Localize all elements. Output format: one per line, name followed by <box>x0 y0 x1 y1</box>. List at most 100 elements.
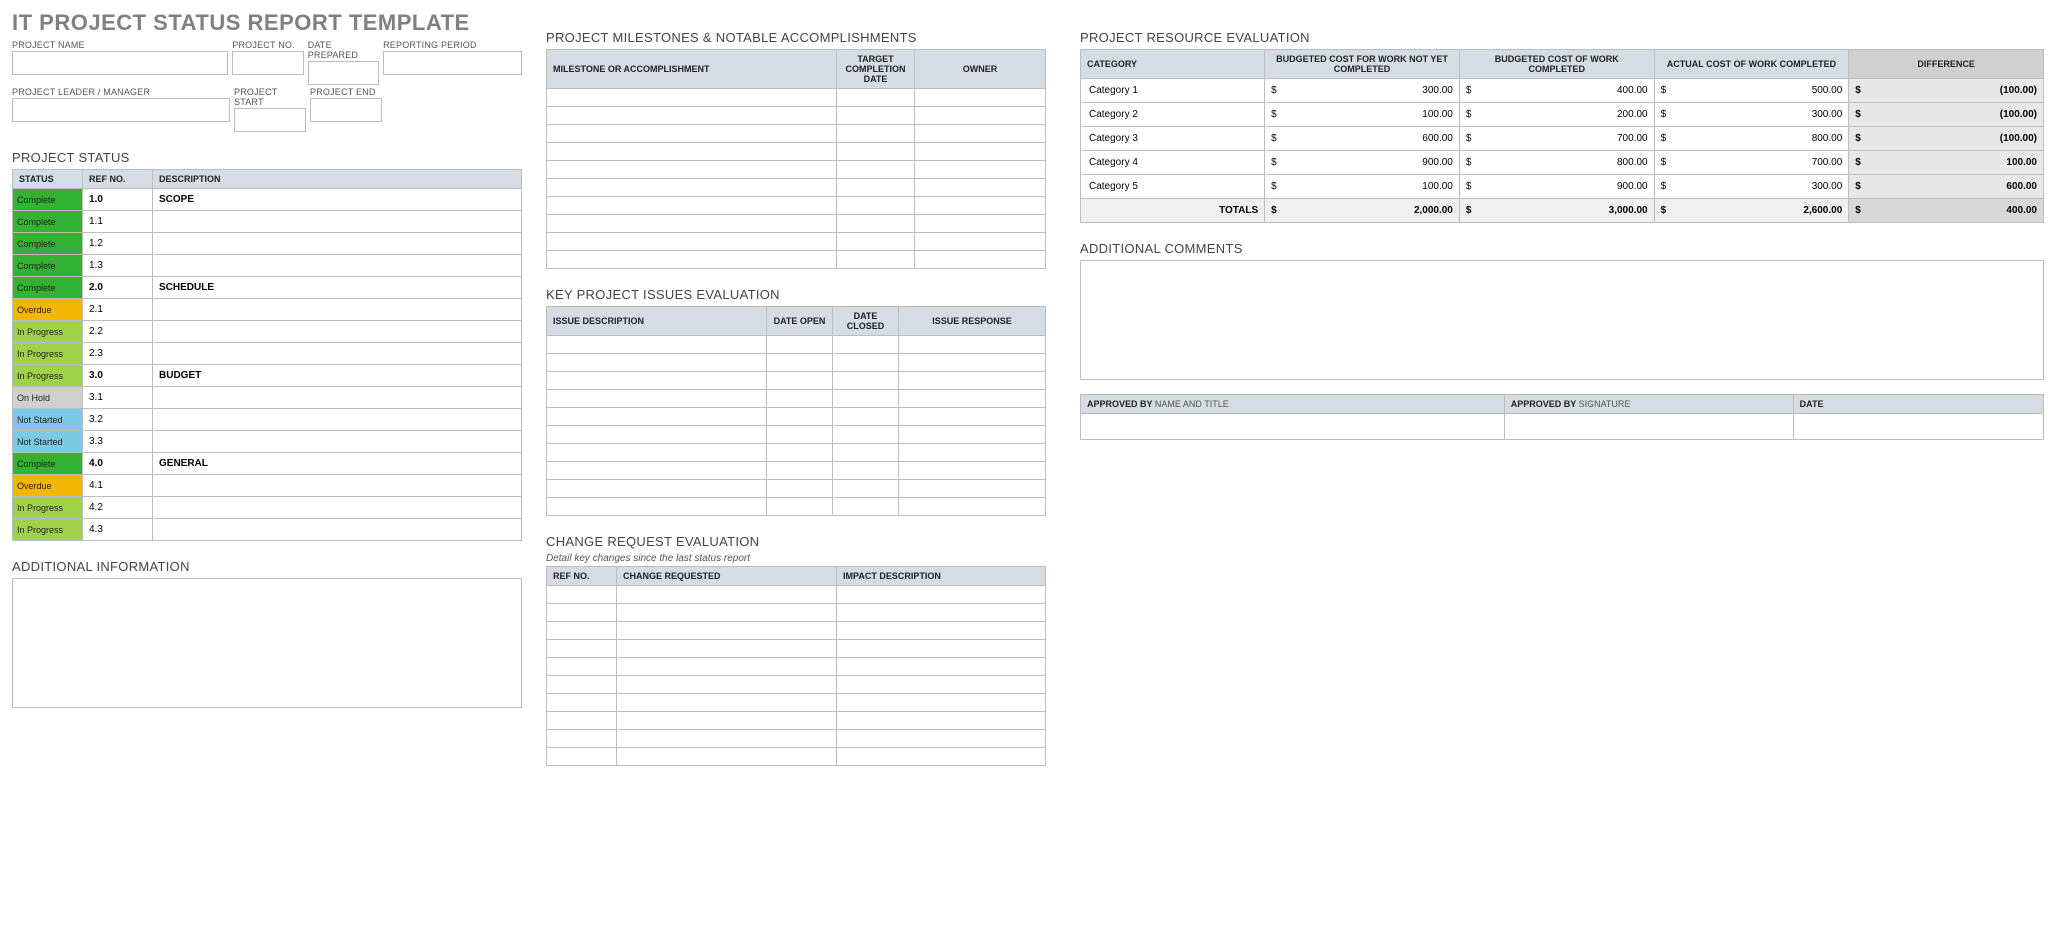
money-cell: $800.00 <box>1654 127 1849 151</box>
issues-table: ISSUE DESCRIPTION DATE OPEN DATE CLOSED … <box>546 306 1046 516</box>
status-cell[interactable]: Complete <box>13 255 83 277</box>
status-ref: 4.3 <box>83 519 153 541</box>
money-cell: $300.00 <box>1654 103 1849 127</box>
table-row[interactable] <box>547 712 1046 730</box>
table-row[interactable] <box>547 197 1046 215</box>
table-row[interactable] <box>547 179 1046 197</box>
milestones-header-milestone: MILESTONE OR ACCOMPLISHMENT <box>547 50 837 89</box>
table-row[interactable] <box>547 480 1046 498</box>
status-row: In Progress2.2 <box>13 321 522 343</box>
status-desc: GENERAL <box>153 453 522 475</box>
table-row[interactable] <box>547 161 1046 179</box>
table-row[interactable] <box>547 89 1046 107</box>
status-cell[interactable]: On Hold <box>13 387 83 409</box>
status-cell[interactable]: Not Started <box>13 431 83 453</box>
field-input[interactable] <box>232 51 303 75</box>
status-ref: 2.3 <box>83 343 153 365</box>
money-cell: $300.00 <box>1265 79 1460 103</box>
table-row[interactable] <box>547 748 1046 766</box>
money-cell: $400.00 <box>1459 79 1654 103</box>
table-row[interactable] <box>547 658 1046 676</box>
table-row[interactable] <box>547 354 1046 372</box>
header-field: DATE PREPARED <box>308 40 379 85</box>
table-row[interactable] <box>547 215 1046 233</box>
resource-header-difference: DIFFERENCE <box>1849 50 2044 79</box>
comments-box[interactable] <box>1080 260 2044 380</box>
changes-header-requested: CHANGE REQUESTED <box>617 567 837 586</box>
status-cell[interactable]: In Progress <box>13 321 83 343</box>
field-input[interactable] <box>12 98 230 122</box>
status-ref: 1.0 <box>83 189 153 211</box>
table-row[interactable] <box>547 390 1046 408</box>
status-cell[interactable]: In Progress <box>13 519 83 541</box>
table-row[interactable] <box>547 462 1046 480</box>
table-row[interactable] <box>547 444 1046 462</box>
table-row[interactable] <box>547 408 1046 426</box>
table-row[interactable] <box>547 640 1046 658</box>
changes-subtitle: Detail key changes since the last status… <box>546 553 1046 564</box>
status-ref: 3.1 <box>83 387 153 409</box>
header-field: PROJECT NAME <box>12 40 228 85</box>
status-desc <box>153 321 522 343</box>
status-ref: 3.2 <box>83 409 153 431</box>
table-row[interactable] <box>547 336 1046 354</box>
totals-label: TOTALS <box>1081 199 1265 223</box>
status-ref: 4.2 <box>83 497 153 519</box>
status-cell[interactable]: In Progress <box>13 497 83 519</box>
status-cell[interactable]: In Progress <box>13 343 83 365</box>
field-input[interactable] <box>310 98 382 122</box>
table-row[interactable] <box>547 251 1046 269</box>
table-row[interactable] <box>547 498 1046 516</box>
status-cell[interactable]: Overdue <box>13 475 83 497</box>
money-cell: $800.00 <box>1459 151 1654 175</box>
field-label: PROJECT LEADER / MANAGER <box>12 87 230 97</box>
table-row[interactable] <box>547 426 1046 444</box>
status-row: Not Started3.3 <box>13 431 522 453</box>
field-input[interactable] <box>12 51 228 75</box>
status-cell[interactable]: Complete <box>13 453 83 475</box>
table-row[interactable] <box>547 372 1046 390</box>
table-row[interactable] <box>547 604 1046 622</box>
milestones-header-date: TARGET COMPLETION DATE <box>837 50 915 89</box>
header-field: PROJECT NO. <box>232 40 303 85</box>
table-row[interactable] <box>547 107 1046 125</box>
table-row[interactable] <box>547 143 1046 161</box>
money-cell: $100.00 <box>1265 103 1460 127</box>
money-cell: $900.00 <box>1459 175 1654 199</box>
money-cell: $(100.00) <box>1849 103 2044 127</box>
field-label: PROJECT START <box>234 87 306 107</box>
status-cell[interactable]: Complete <box>13 277 83 299</box>
table-row[interactable] <box>547 676 1046 694</box>
status-cell[interactable]: Complete <box>13 189 83 211</box>
status-desc <box>153 343 522 365</box>
issues-header-desc: ISSUE DESCRIPTION <box>547 307 767 336</box>
table-row[interactable] <box>547 125 1046 143</box>
resource-title: PROJECT RESOURCE EVALUATION <box>1080 30 2044 45</box>
status-cell[interactable]: In Progress <box>13 365 83 387</box>
table-row[interactable] <box>547 233 1046 251</box>
approval-row[interactable] <box>1081 414 2044 440</box>
status-cell[interactable]: Overdue <box>13 299 83 321</box>
milestones-title: PROJECT MILESTONES & NOTABLE ACCOMPLISHM… <box>546 30 1046 45</box>
additional-info-box[interactable] <box>12 578 522 708</box>
money-cell: $2,600.00 <box>1654 199 1849 223</box>
comments-title: ADDITIONAL COMMENTS <box>1080 241 2044 256</box>
field-input[interactable] <box>383 51 522 75</box>
money-cell: $600.00 <box>1849 175 2044 199</box>
table-row[interactable] <box>547 586 1046 604</box>
status-row: Complete1.1 <box>13 211 522 233</box>
money-cell: $900.00 <box>1265 151 1460 175</box>
money-cell: $100.00 <box>1849 151 2044 175</box>
table-row[interactable] <box>547 730 1046 748</box>
table-row[interactable] <box>547 622 1046 640</box>
status-cell[interactable]: Complete <box>13 233 83 255</box>
field-input[interactable] <box>308 61 379 85</box>
status-cell[interactable]: Complete <box>13 211 83 233</box>
status-row: In Progress4.2 <box>13 497 522 519</box>
table-row[interactable] <box>547 694 1046 712</box>
field-input[interactable] <box>234 108 306 132</box>
changes-title: CHANGE REQUEST EVALUATION <box>546 534 1046 549</box>
status-cell[interactable]: Not Started <box>13 409 83 431</box>
money-cell: $600.00 <box>1265 127 1460 151</box>
milestones-table: MILESTONE OR ACCOMPLISHMENT TARGET COMPL… <box>546 49 1046 269</box>
